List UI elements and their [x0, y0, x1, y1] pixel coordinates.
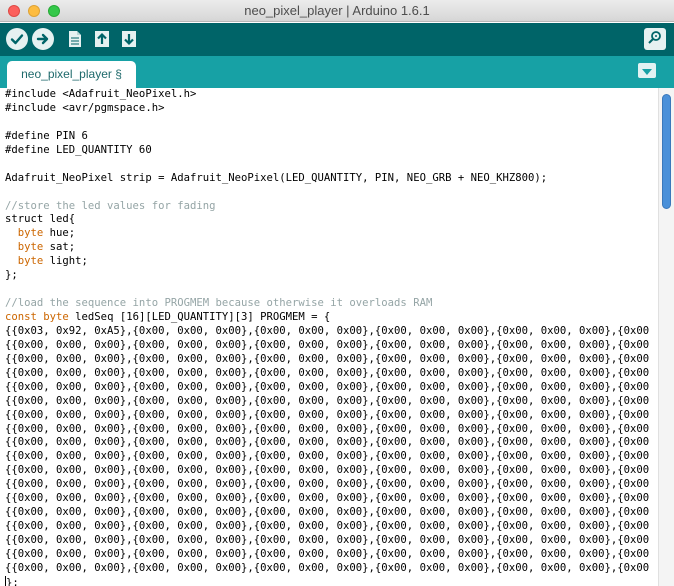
scrollbar-thumb[interactable]: [662, 94, 671, 209]
code-line: //load the sequence into PROGMEM because…: [5, 297, 433, 310]
code-line: {{0x00, 0x00, 0x00},{0x00, 0x00, 0x00},{…: [5, 478, 651, 491]
window-title: neo_pixel_player | Arduino 1.6.1: [244, 3, 430, 18]
title-bar: neo_pixel_player | Arduino 1.6.1: [0, 0, 674, 22]
code-line: byte sat;: [17, 241, 76, 254]
code-line: {{0x00, 0x00, 0x00},{0x00, 0x00, 0x00},{…: [5, 506, 651, 519]
save-sketch-button[interactable]: [119, 28, 139, 50]
code-line: #include <Adafruit_NeoPixel.h>: [5, 88, 197, 100]
code-line: {{0x00, 0x00, 0x00},{0x00, 0x00, 0x00},{…: [5, 436, 651, 449]
check-icon: [10, 32, 24, 46]
code-line: {{0x00, 0x00, 0x00},{0x00, 0x00, 0x00},{…: [5, 408, 651, 421]
verify-button[interactable]: [6, 28, 28, 50]
serial-monitor-button[interactable]: [644, 28, 666, 50]
code-line: {{0x00, 0x00, 0x00},{0x00, 0x00, 0x00},{…: [5, 492, 651, 505]
upload-button[interactable]: [32, 28, 54, 50]
code-line: const byte ledSeq [16][LED_QUANTITY][3] …: [5, 311, 331, 323]
code-line: {{0x00, 0x00, 0x00},{0x00, 0x00, 0x00},{…: [5, 450, 651, 463]
code-line: #define PIN 6: [5, 129, 88, 142]
arrow-up-icon: [94, 30, 110, 48]
tab-strip: neo_pixel_player §: [0, 56, 674, 88]
code-line: struct led{: [5, 213, 76, 226]
code-line: {{0x00, 0x00, 0x00},{0x00, 0x00, 0x00},{…: [5, 366, 651, 379]
code-line: };: [5, 269, 18, 282]
chevron-down-icon: [642, 62, 652, 80]
tab-neo-pixel-player[interactable]: neo_pixel_player §: [7, 61, 136, 88]
code-line: //store the led values for fading: [5, 199, 216, 212]
code-editor[interactable]: #include <Adafruit_NeoPixel.h> #include <…: [0, 88, 674, 586]
code-line: {{0x00, 0x00, 0x00},{0x00, 0x00, 0x00},{…: [5, 561, 651, 574]
tab-menu-button[interactable]: [638, 63, 656, 78]
code-line: byte light;: [17, 255, 88, 268]
code-line: Adafruit_NeoPixel strip = Adafruit_NeoPi…: [5, 171, 548, 184]
code-line: };: [5, 575, 19, 586]
code-line: {{0x00, 0x00, 0x00},{0x00, 0x00, 0x00},{…: [5, 338, 651, 351]
new-document-icon: [67, 30, 83, 48]
code-line: {{0x03, 0x92, 0xA5},{0x00, 0x00, 0x00},{…: [5, 324, 651, 337]
toolbar: [0, 23, 674, 56]
code-line: byte hue;: [17, 227, 76, 240]
code-line: {{0x00, 0x00, 0x00},{0x00, 0x00, 0x00},{…: [5, 520, 651, 533]
arrow-down-icon: [121, 30, 137, 48]
vertical-scrollbar[interactable]: [658, 88, 674, 586]
code-line: {{0x00, 0x00, 0x00},{0x00, 0x00, 0x00},{…: [5, 380, 651, 393]
code-text-area[interactable]: #include <Adafruit_NeoPixel.h> #include <…: [5, 88, 651, 586]
code-line: #include <avr/pgmspace.h>: [5, 101, 165, 114]
code-line: {{0x00, 0x00, 0x00},{0x00, 0x00, 0x00},{…: [5, 534, 651, 546]
arrow-right-icon: [36, 32, 50, 46]
code-line: {{0x00, 0x00, 0x00},{0x00, 0x00, 0x00},{…: [5, 352, 651, 365]
code-line: {{0x00, 0x00, 0x00},{0x00, 0x00, 0x00},{…: [5, 394, 651, 407]
code-line: #define LED_QUANTITY 60: [5, 143, 152, 156]
magnifier-icon: [647, 30, 663, 49]
text-cursor: [5, 575, 6, 586]
code-line: {{0x00, 0x00, 0x00},{0x00, 0x00, 0x00},{…: [5, 422, 651, 435]
open-sketch-button[interactable]: [92, 28, 112, 50]
new-sketch-button[interactable]: [65, 28, 85, 50]
code-line: {{0x00, 0x00, 0x00},{0x00, 0x00, 0x00},{…: [5, 464, 651, 477]
code-line: {{0x00, 0x00, 0x00},{0x00, 0x00, 0x00},{…: [5, 547, 651, 560]
